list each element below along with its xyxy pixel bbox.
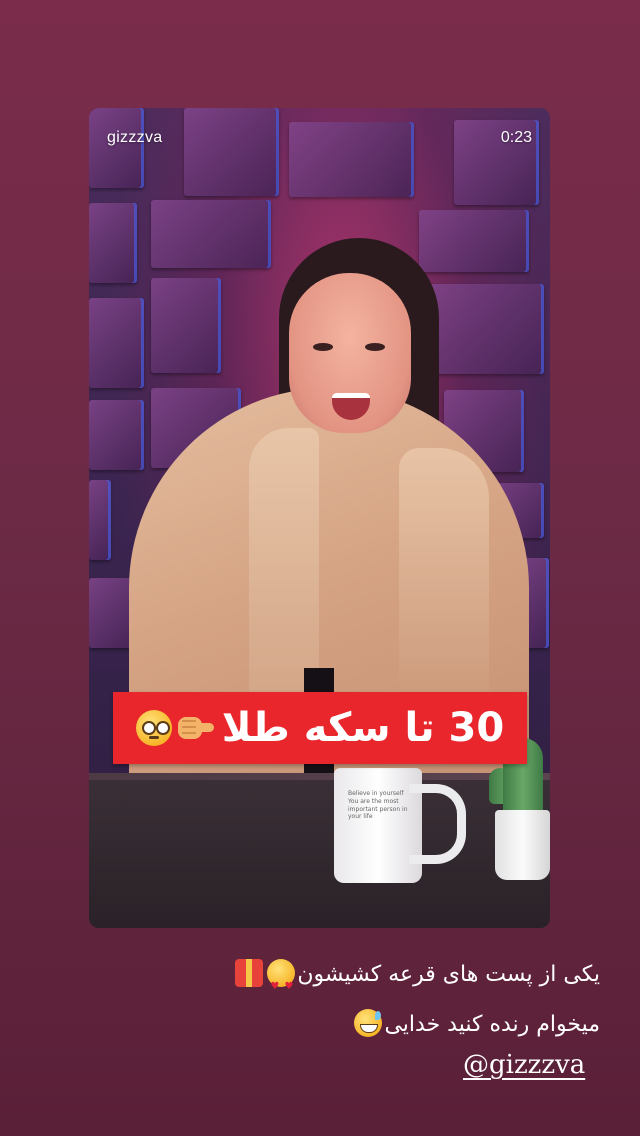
mug-handle bbox=[409, 784, 466, 864]
story-caption: یکی از پست های قرعه کشیشون میخوام رنده ک… bbox=[40, 950, 600, 1050]
backhand-index-pointing-icon bbox=[177, 717, 214, 739]
caption-line-1-text: یکی از پست های قرعه کشیشون bbox=[297, 962, 600, 987]
table-surface bbox=[89, 780, 550, 928]
mention-sticker[interactable]: @gizzzva bbox=[463, 1050, 585, 1080]
story-timer: 0:23 bbox=[500, 129, 532, 146]
story-video-card[interactable]: Believe in yourself You are the most imp… bbox=[89, 108, 550, 928]
flushed-face-icon bbox=[135, 710, 172, 746]
caption-line-1: یکی از پست های قرعه کشیشون bbox=[40, 950, 600, 1012]
heart-eyes-icon bbox=[267, 959, 296, 1012]
caption-line-2: میخوام رنده کنید خدایی bbox=[40, 1000, 600, 1050]
plant-pot bbox=[495, 810, 550, 880]
story-title-banner: 30 تا سکه طلا bbox=[113, 692, 527, 764]
story-username[interactable]: gizzzva bbox=[107, 129, 162, 147]
banner-title: 30 تا سکه طلا bbox=[221, 705, 505, 751]
sweat-smile-icon bbox=[354, 1009, 383, 1037]
gift-icon bbox=[235, 959, 264, 987]
caption-line-2-text: میخوام رنده کنید خدایی bbox=[384, 1012, 600, 1037]
